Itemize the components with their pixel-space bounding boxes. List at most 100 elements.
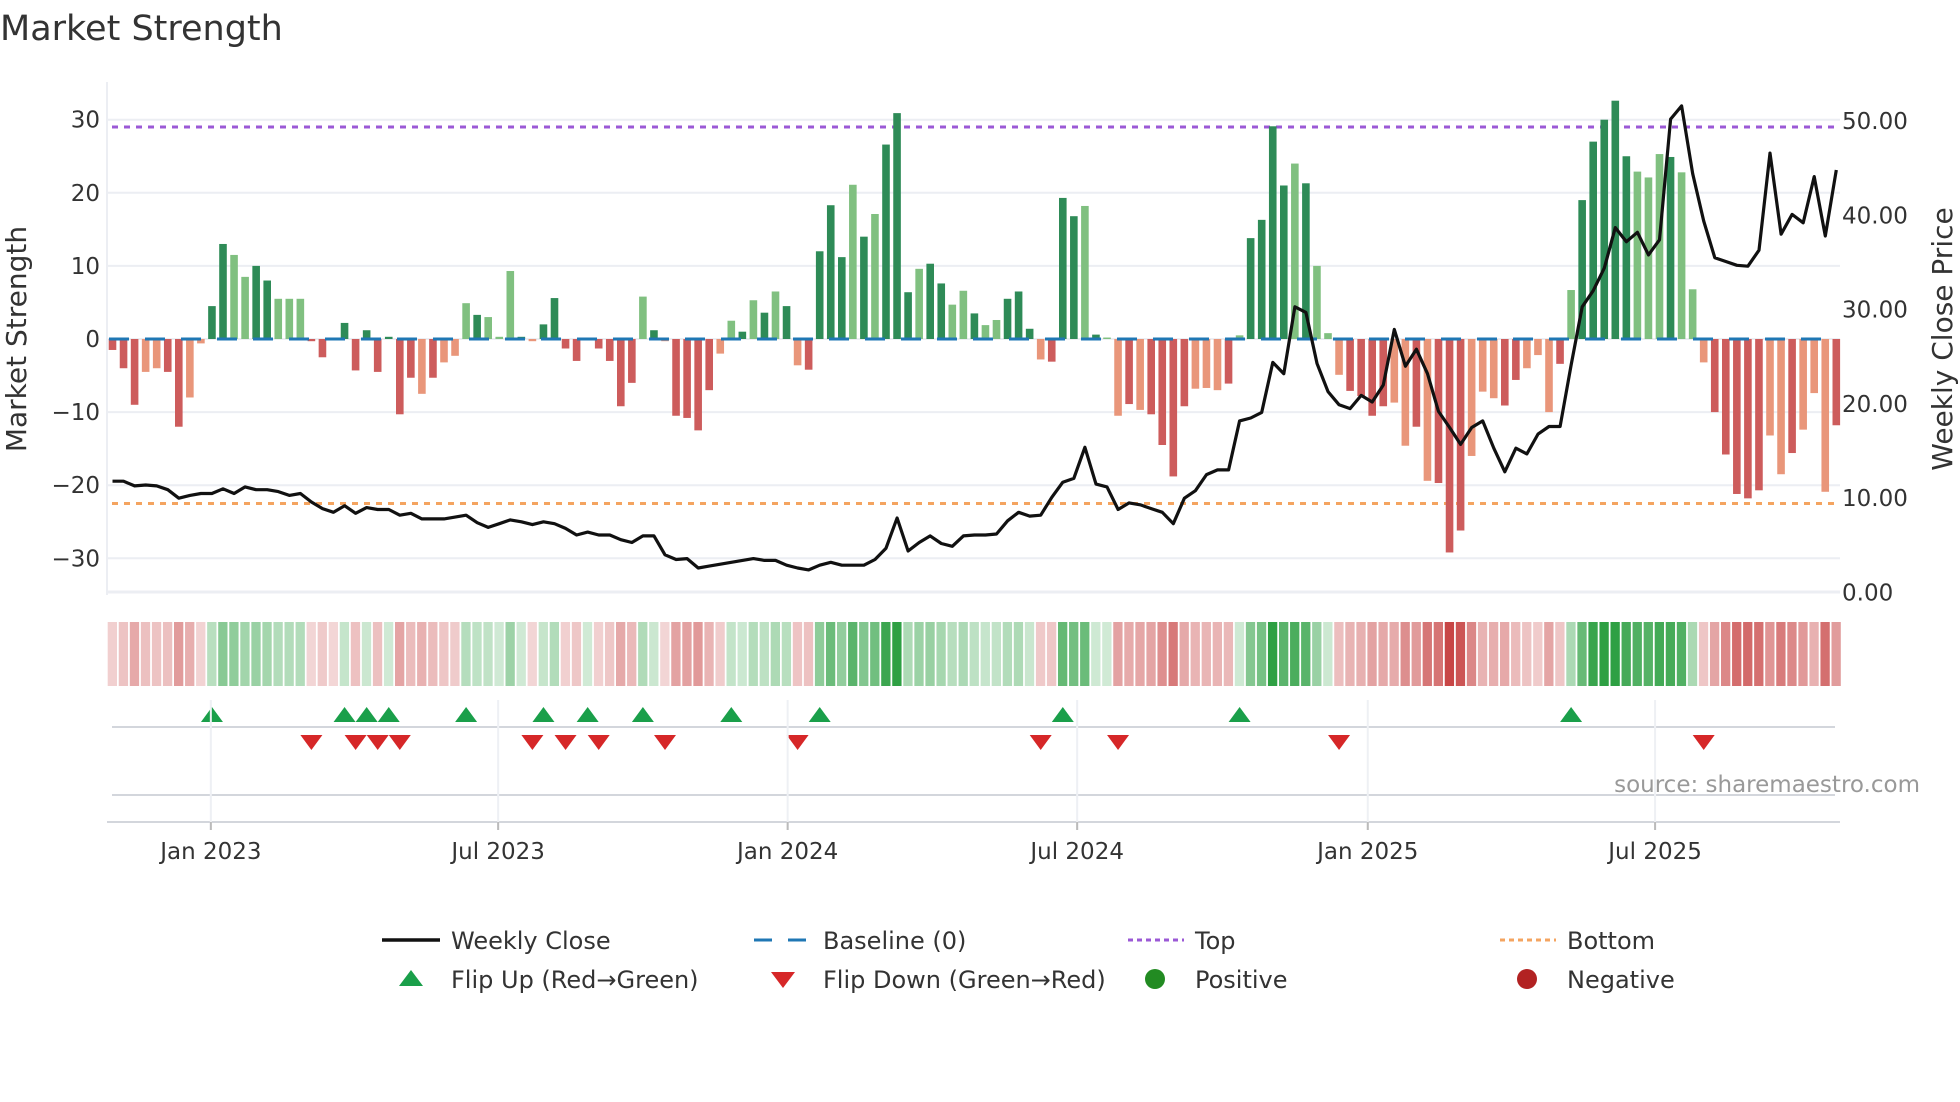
y-tick-label: 30	[71, 108, 100, 134]
strength-bar	[141, 339, 150, 372]
circle-red-icon	[1517, 969, 1537, 989]
regime-cell	[1544, 622, 1554, 686]
flip-down-marker	[344, 735, 367, 750]
strength-bar	[230, 254, 238, 339]
y-tick-label: 20	[71, 181, 100, 207]
regime-cell	[1223, 622, 1234, 686]
regime-cell	[715, 622, 725, 686]
regime-cell	[1599, 622, 1609, 686]
regime-cell	[262, 622, 272, 686]
regime-cell	[616, 622, 626, 686]
legend-item-dash: Baseline (0)	[754, 927, 966, 955]
regime-cell	[1179, 622, 1189, 686]
regime-cell	[1588, 622, 1598, 686]
regime-cell	[1511, 622, 1521, 686]
flip-down-marker	[587, 735, 610, 750]
regime-cell	[1334, 622, 1344, 686]
regime-cell	[107, 622, 117, 686]
strength-bar	[1589, 141, 1597, 339]
regime-cell	[328, 622, 338, 686]
strength-bar	[451, 339, 459, 356]
y-axis-title: Market Strength	[0, 226, 33, 452]
regime-cell	[1687, 622, 1698, 686]
regime-cell	[140, 622, 151, 686]
strength-bar	[1523, 339, 1531, 369]
strength-bar	[418, 339, 426, 394]
regime-cell	[571, 622, 582, 686]
strength-bar	[528, 339, 537, 342]
regime-cell	[1732, 622, 1742, 686]
strength-bar	[550, 298, 559, 339]
x-tick-label: Jul 2023	[449, 839, 545, 865]
regime-cell	[792, 622, 803, 686]
strength-bar	[241, 276, 249, 339]
regime-cell	[1356, 622, 1366, 686]
strength-bar	[1445, 339, 1454, 553]
regime-cell	[1157, 622, 1167, 686]
strength-bar	[1501, 339, 1509, 406]
regime-cell	[1256, 622, 1267, 686]
y-tick-label: −20	[51, 473, 100, 499]
regime-cell	[1621, 622, 1631, 686]
strength-bar	[1324, 333, 1332, 339]
strength-bar	[1224, 339, 1233, 384]
regime-cell	[461, 622, 471, 686]
regime-cell	[980, 622, 990, 686]
strength-bar	[1722, 339, 1730, 455]
regime-cell	[682, 622, 692, 686]
regime-cell	[848, 622, 858, 686]
regime-cell	[505, 622, 515, 686]
strength-bar	[1202, 339, 1211, 388]
legend-item-tri-down: Flip Down (Green→Red)	[771, 966, 1106, 994]
legend-item-dot-orange: Bottom	[1500, 927, 1655, 955]
strength-bar	[1677, 172, 1686, 339]
strength-bar	[351, 339, 360, 371]
strength-bar	[1644, 177, 1653, 339]
flip-up-marker	[631, 707, 654, 722]
legend-label: Weekly Close	[451, 927, 611, 955]
strength-bar	[152, 339, 161, 369]
strength-bar	[1755, 339, 1763, 491]
regime-cell	[1245, 622, 1256, 686]
regime-cell	[1024, 622, 1035, 686]
regime-cell	[914, 622, 924, 686]
strength-bar	[108, 339, 117, 350]
y2-tick-label: 50.00	[1842, 109, 1908, 135]
regime-cell	[295, 622, 305, 686]
legend-item-tri-up: Flip Up (Red→Green)	[399, 966, 699, 994]
regime-cell	[936, 622, 946, 686]
regime-cell	[671, 622, 681, 686]
strength-bar	[1655, 154, 1664, 339]
strength-bar	[826, 205, 835, 339]
strength-bar	[296, 298, 305, 339]
triangle-down-icon	[771, 972, 795, 988]
flip-down-marker	[554, 735, 577, 750]
strength-bar	[1478, 339, 1487, 392]
y-axis-left: 30 20 10 0 −10 −20 −30	[51, 108, 100, 573]
strength-bar	[506, 271, 515, 339]
strength-bar	[1103, 337, 1111, 339]
strength-bar	[219, 243, 227, 339]
regime-cell	[560, 622, 571, 686]
strength-bar	[882, 144, 890, 339]
regime-cell	[549, 622, 559, 686]
strength-bar	[1169, 339, 1178, 477]
x-tick-label: Jan 2023	[158, 839, 261, 865]
strength-bar	[628, 339, 636, 383]
y2-tick-label: 10.00	[1842, 486, 1908, 512]
x-tick-label: Jan 2025	[1315, 839, 1418, 865]
flip-up-marker	[1560, 707, 1583, 722]
regime-cell	[1698, 622, 1709, 686]
strength-bar	[937, 283, 946, 339]
regime-cell	[1190, 622, 1200, 686]
regime-cell	[1146, 622, 1156, 686]
regime-cell	[494, 622, 504, 686]
strength-bar	[396, 339, 404, 415]
regime-cell	[1058, 622, 1068, 686]
strength-bar	[871, 213, 879, 339]
regime-cell	[693, 622, 703, 686]
regime-cell	[1080, 622, 1090, 686]
strength-bar	[318, 339, 327, 358]
regime-cell	[892, 622, 902, 686]
regime-cell	[991, 622, 1001, 686]
